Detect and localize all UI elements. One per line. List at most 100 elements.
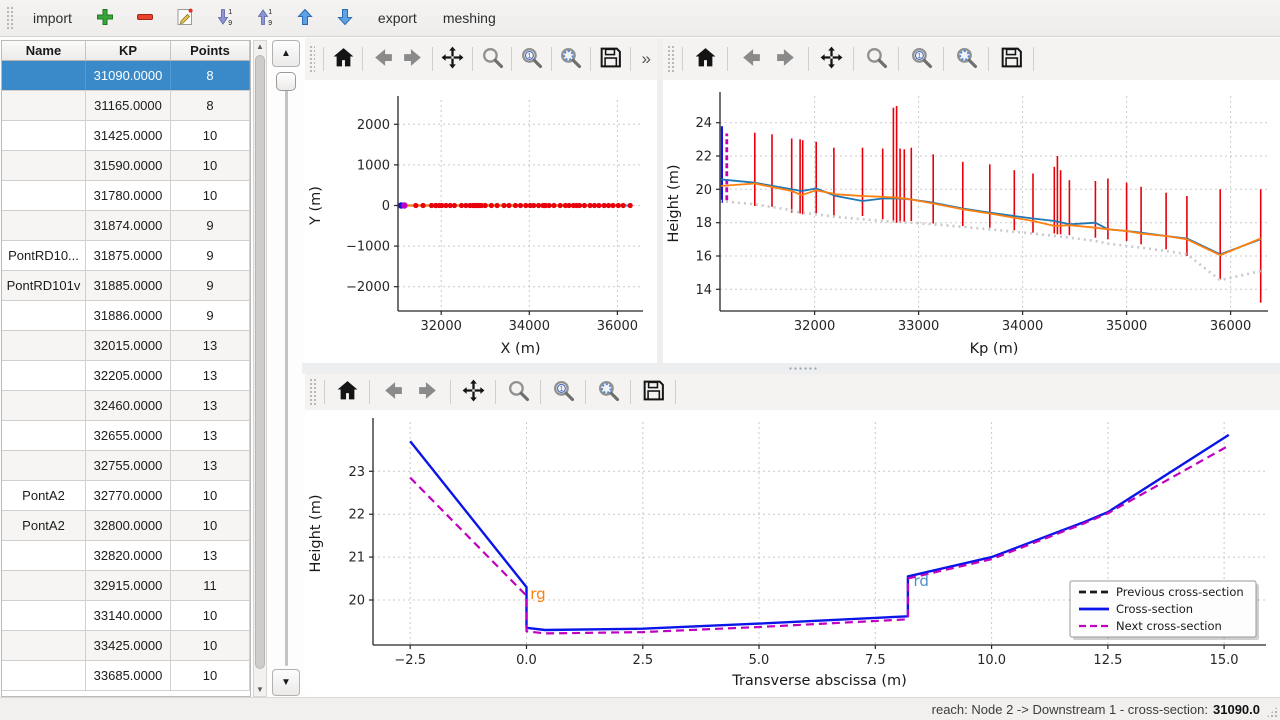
- nav-forward-button[interactable]: [399, 42, 428, 76]
- scroll-up-icon[interactable]: ▲: [254, 41, 266, 53]
- points-cell[interactable]: 10: [171, 151, 250, 180]
- nav-zoom-original-button[interactable]: 1: [904, 42, 938, 76]
- points-cell[interactable]: 8: [171, 61, 250, 90]
- points-cell[interactable]: 13: [171, 331, 250, 360]
- profile-chart[interactable]: 3200033000340003500036000141618202224Kp …: [663, 80, 1280, 363]
- nav-forward-button[interactable]: [411, 375, 445, 409]
- next-cross-section-button[interactable]: ▼: [272, 669, 300, 696]
- table-row[interactable]: 32755.000013: [2, 451, 250, 481]
- points-cell[interactable]: 9: [171, 241, 250, 270]
- table-row[interactable]: 31425.000010: [2, 121, 250, 151]
- nav-save-button[interactable]: [636, 375, 670, 409]
- kp-cell[interactable]: 32655.0000: [86, 421, 171, 450]
- toolbar-overflow-button[interactable]: »: [636, 49, 657, 69]
- kp-cell[interactable]: 32460.0000: [86, 391, 171, 420]
- kp-cell[interactable]: 31590.0000: [86, 151, 171, 180]
- kp-cell[interactable]: 32820.0000: [86, 541, 171, 570]
- points-cell[interactable]: 10: [171, 511, 250, 540]
- nav-home-button[interactable]: [330, 375, 364, 409]
- nav-forward-button[interactable]: [769, 42, 803, 76]
- table-row[interactable]: 31780.000010: [2, 181, 250, 211]
- kp-cell[interactable]: 32015.0000: [86, 331, 171, 360]
- edit-button[interactable]: [172, 5, 198, 31]
- kp-cell[interactable]: 33140.0000: [86, 601, 171, 630]
- kp-cell[interactable]: 31780.0000: [86, 181, 171, 210]
- points-cell[interactable]: 10: [171, 661, 250, 690]
- table-row[interactable]: 33685.000010: [2, 661, 250, 691]
- import-button[interactable]: import: [27, 6, 78, 30]
- points-cell[interactable]: 13: [171, 541, 250, 570]
- nav-zoom-button[interactable]: [478, 42, 507, 76]
- points-cell[interactable]: 11: [171, 571, 250, 600]
- points-cell[interactable]: 9: [171, 211, 250, 240]
- nav-zoom-button[interactable]: [859, 42, 893, 76]
- scroll-down-icon[interactable]: ▼: [254, 684, 266, 696]
- kp-cell[interactable]: 31875.0000: [86, 241, 171, 270]
- header-kp[interactable]: KP: [86, 41, 171, 60]
- kp-cell[interactable]: 33685.0000: [86, 661, 171, 690]
- name-cell[interactable]: PontA2: [2, 511, 86, 540]
- toolbar-drag-handle[interactable]: [309, 378, 316, 406]
- points-cell[interactable]: 13: [171, 361, 250, 390]
- name-cell[interactable]: [2, 91, 86, 120]
- kp-cell[interactable]: 31090.0000: [86, 61, 171, 90]
- nav-save-button[interactable]: [596, 42, 625, 76]
- kp-cell[interactable]: 33425.0000: [86, 631, 171, 660]
- cross-section-chart[interactable]: −2.50.02.55.07.510.012.515.020212223Tran…: [305, 410, 1280, 695]
- remove-button[interactable]: [132, 5, 158, 31]
- move-up-button[interactable]: [292, 5, 318, 31]
- nav-home-button[interactable]: [688, 42, 722, 76]
- points-cell[interactable]: 10: [171, 121, 250, 150]
- table-row[interactable]: PontA232800.000010: [2, 511, 250, 541]
- name-cell[interactable]: PontRD10...: [2, 241, 86, 270]
- meshing-button[interactable]: meshing: [437, 6, 502, 30]
- points-cell[interactable]: 8: [171, 91, 250, 120]
- kp-cell[interactable]: 32205.0000: [86, 361, 171, 390]
- name-cell[interactable]: [2, 361, 86, 390]
- nav-zoom-button[interactable]: [501, 375, 535, 409]
- table-row[interactable]: PontA232770.000010: [2, 481, 250, 511]
- name-cell[interactable]: [2, 541, 86, 570]
- table-row[interactable]: PontRD10...31875.00009: [2, 241, 250, 271]
- sort-ascending-button[interactable]: 19: [252, 5, 278, 31]
- toolbar-drag-handle[interactable]: [6, 6, 13, 30]
- kp-cell[interactable]: 31425.0000: [86, 121, 171, 150]
- points-cell[interactable]: 9: [171, 271, 250, 300]
- name-cell[interactable]: PontA2: [2, 481, 86, 510]
- table-row[interactable]: 31886.00009: [2, 301, 250, 331]
- table-row[interactable]: 31874.00009: [2, 211, 250, 241]
- name-cell[interactable]: [2, 301, 86, 330]
- name-cell[interactable]: PontRD101v: [2, 271, 86, 300]
- kp-cell[interactable]: 31886.0000: [86, 301, 171, 330]
- table-row[interactable]: 32205.000013: [2, 361, 250, 391]
- previous-cross-section-button[interactable]: ▲: [272, 40, 300, 67]
- kp-cell[interactable]: 31165.0000: [86, 91, 171, 120]
- points-cell[interactable]: 13: [171, 451, 250, 480]
- points-cell[interactable]: 9: [171, 301, 250, 330]
- kp-cell[interactable]: 32800.0000: [86, 511, 171, 540]
- nav-pan-button[interactable]: [814, 42, 848, 76]
- name-cell[interactable]: [2, 151, 86, 180]
- cross-section-slider-groove[interactable]: [285, 78, 288, 666]
- points-cell[interactable]: 10: [171, 181, 250, 210]
- nav-save-button[interactable]: [994, 42, 1028, 76]
- nav-zoom-selection-button[interactable]: [591, 375, 625, 409]
- table-row[interactable]: 31590.000010: [2, 151, 250, 181]
- name-cell[interactable]: [2, 421, 86, 450]
- kp-cell[interactable]: 32755.0000: [86, 451, 171, 480]
- nav-pan-button[interactable]: [456, 375, 490, 409]
- table-row[interactable]: 32820.000013: [2, 541, 250, 571]
- kp-cell[interactable]: 32915.0000: [86, 571, 171, 600]
- header-points[interactable]: Points: [171, 41, 250, 60]
- points-cell[interactable]: 10: [171, 481, 250, 510]
- name-cell[interactable]: [2, 121, 86, 150]
- name-cell[interactable]: [2, 391, 86, 420]
- name-cell[interactable]: [2, 211, 86, 240]
- sort-descending-button[interactable]: 19: [212, 5, 238, 31]
- table-row[interactable]: 32460.000013: [2, 391, 250, 421]
- nav-zoom-selection-button[interactable]: [557, 42, 586, 76]
- nav-zoom-original-button[interactable]: 1: [546, 375, 580, 409]
- name-cell[interactable]: [2, 181, 86, 210]
- nav-back-button[interactable]: [375, 375, 409, 409]
- plan-chart[interactable]: 320003400036000−2000−1000010002000X (m)Y…: [305, 80, 657, 363]
